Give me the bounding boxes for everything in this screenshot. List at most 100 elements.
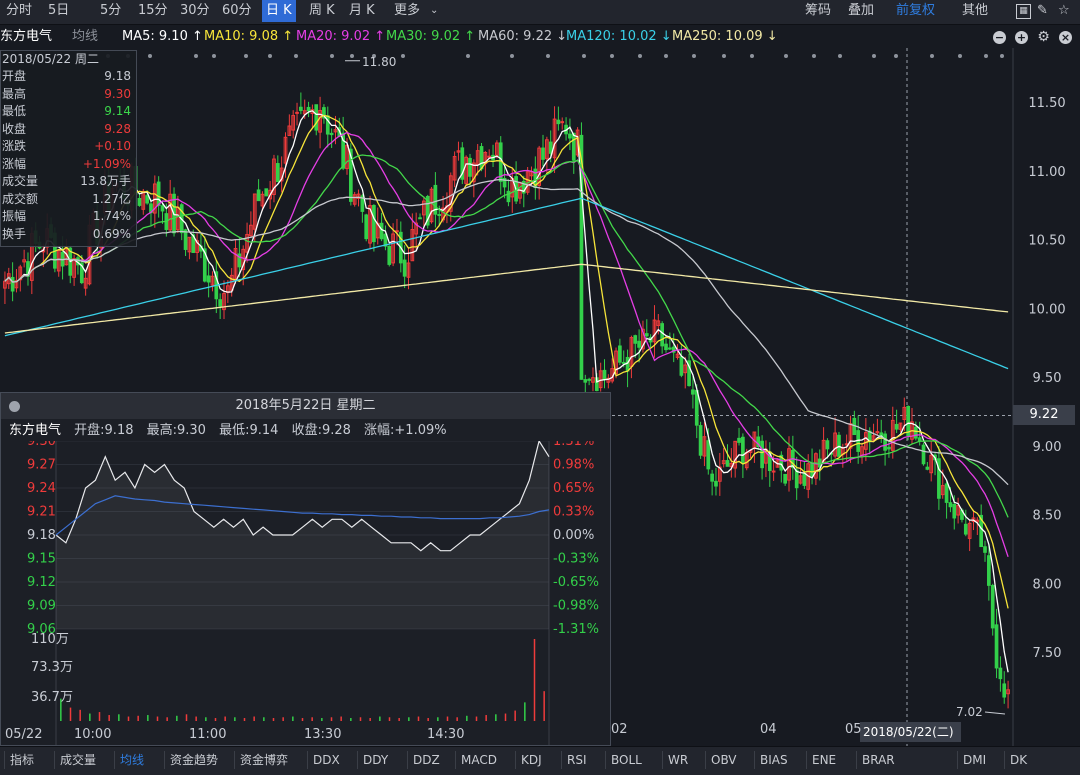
info-row: 换手 0.69% xyxy=(1,226,135,243)
candle-body xyxy=(418,217,422,220)
indicator-tab-5[interactable]: DDX xyxy=(313,747,340,773)
popup-close-dot[interactable] xyxy=(9,401,20,412)
indicator-tab-6[interactable]: DDY xyxy=(363,747,388,773)
event-dot xyxy=(244,54,248,58)
tab-5min[interactable]: 5分 xyxy=(96,0,125,22)
intraday-popup[interactable]: 2018年5月22日 星期二 东方电气 开盘:9.18 最高:9.30 最低:9… xyxy=(0,392,611,746)
close-icon[interactable]: × xyxy=(1059,31,1072,44)
event-dot xyxy=(838,54,842,58)
indicator-tab-2[interactable]: 均线 xyxy=(120,747,144,773)
chevron-down-icon[interactable]: ⌄ xyxy=(426,0,442,22)
tab-divider xyxy=(114,751,115,769)
ma-legend: 东方电气 均线 MA5: 9.10 ↑ MA10: 9.08 ↑ MA20: 9… xyxy=(0,26,1080,48)
pencil-icon[interactable]: ✎ xyxy=(1037,0,1048,22)
candle-body xyxy=(299,106,303,111)
candle-body xyxy=(691,389,695,395)
indicator-tab-7[interactable]: DDZ xyxy=(413,747,440,773)
event-dot xyxy=(722,54,726,58)
tab-30min[interactable]: 30分 xyxy=(176,0,214,22)
indicator-tab-13[interactable]: OBV xyxy=(711,747,737,773)
candle-body xyxy=(987,555,991,586)
indicator-tab-16[interactable]: BRAR xyxy=(862,747,895,773)
candle-body xyxy=(760,440,764,469)
indicator-tab-15[interactable]: ENE xyxy=(812,747,836,773)
vol-tick: 73.3万 xyxy=(31,660,73,675)
ma20-label: MA20: 9.02 ↑ xyxy=(296,29,386,44)
candle-body xyxy=(256,189,261,202)
overlay-button[interactable]: 叠加 xyxy=(848,0,874,22)
tab-monthly-k[interactable]: 月 K xyxy=(345,0,379,22)
time-label: 05/22 xyxy=(5,727,42,742)
info-value: 13.8万手 xyxy=(80,174,131,188)
ma120-label: MA120: 10.02 ↓ xyxy=(566,29,672,44)
candle-body xyxy=(479,146,484,170)
indicator-tab-3[interactable]: 资金趋势 xyxy=(170,747,218,773)
candle-body xyxy=(963,523,968,535)
indicator-tab-1[interactable]: 成交量 xyxy=(60,747,96,773)
other-button[interactable]: 其他 xyxy=(962,0,988,22)
candle-body xyxy=(917,437,922,442)
candle-body xyxy=(556,119,561,125)
candle-body xyxy=(156,181,161,206)
popup-low: 最低:9.14 xyxy=(219,423,278,438)
grid-icon[interactable]: ▦ xyxy=(1016,4,1031,19)
tab-more[interactable]: 更多 xyxy=(390,0,424,22)
star-icon[interactable]: ☆ xyxy=(1058,0,1070,22)
indicator-tab-20[interactable]: DK xyxy=(1010,747,1027,773)
event-dot xyxy=(638,54,642,58)
event-dot xyxy=(664,54,668,58)
indicator-tab-9[interactable]: KDJ xyxy=(521,747,542,773)
candle-body xyxy=(883,433,887,451)
tab-60min[interactable]: 60分 xyxy=(218,0,256,22)
minus-icon[interactable]: − xyxy=(993,31,1006,44)
candle-body xyxy=(771,470,776,473)
info-key: 涨幅 xyxy=(2,156,27,171)
tab-divider xyxy=(357,751,358,769)
tab-15min[interactable]: 15分 xyxy=(134,0,172,22)
adjust-button[interactable]: 前复权 xyxy=(896,0,935,22)
tab-daily-k[interactable]: 日 K xyxy=(262,0,296,22)
plus-icon[interactable]: + xyxy=(1015,31,1028,44)
ma-line-250 xyxy=(4,263,1009,334)
indicator-tab-11[interactable]: BOLL xyxy=(611,747,642,773)
tab-weekly-k[interactable]: 周 K xyxy=(305,0,339,22)
settings-icon[interactable]: ⚙ xyxy=(1037,30,1050,44)
ma10-label: MA10: 9.08 ↑ xyxy=(204,29,294,44)
candle-body xyxy=(668,347,672,350)
indicator-tab-8[interactable]: MACD xyxy=(461,747,497,773)
tab-fenshi[interactable]: 分时 xyxy=(2,0,36,22)
popup-low-text: 最低:9.14 xyxy=(219,423,279,438)
candle-body xyxy=(810,462,814,478)
candle-body xyxy=(329,132,334,136)
y-tick: 10.50 xyxy=(1028,234,1065,249)
candle-body xyxy=(145,195,149,204)
chouma-button[interactable]: 筹码 xyxy=(805,0,831,22)
tab-divider xyxy=(455,751,456,769)
indicator-tab-19[interactable]: DMI xyxy=(963,747,986,773)
candle-body xyxy=(379,222,384,240)
intraday-chart[interactable]: 9.30 1.31% 9.27 0.98% 9.24 0.65% 9.21 0.33% 9.18… xyxy=(1,441,610,745)
tab-divider xyxy=(754,751,755,769)
high-mark: 11.80 xyxy=(362,55,396,69)
indicator-tab-12[interactable]: WR xyxy=(668,747,688,773)
indicator-tab-0[interactable]: 指标 xyxy=(10,747,34,773)
candle-body xyxy=(402,259,407,277)
time-label: 10:00 xyxy=(74,727,111,742)
vol-tick: 110万 xyxy=(31,632,69,647)
info-value: 1.27亿 xyxy=(92,191,131,206)
candle-body xyxy=(633,335,638,344)
tab-5day[interactable]: 5日 xyxy=(44,0,73,22)
indicator-tab-4[interactable]: 资金博弈 xyxy=(240,747,288,773)
indicator-tab-10[interactable]: RSI xyxy=(567,747,587,773)
candle-body xyxy=(921,444,926,465)
indicator-tab-14[interactable]: BIAS xyxy=(760,747,788,773)
candle-body xyxy=(583,379,588,383)
candle-body xyxy=(183,229,188,250)
tab-divider xyxy=(234,751,235,769)
tab-divider xyxy=(662,751,663,769)
info-row: 涨跌 +0.10 xyxy=(1,138,135,155)
popup-high: 最高:9.30 xyxy=(147,423,206,438)
info-key: 成交量 xyxy=(2,174,39,188)
tab-divider xyxy=(705,751,706,769)
info-value: 9.30 xyxy=(104,86,131,101)
